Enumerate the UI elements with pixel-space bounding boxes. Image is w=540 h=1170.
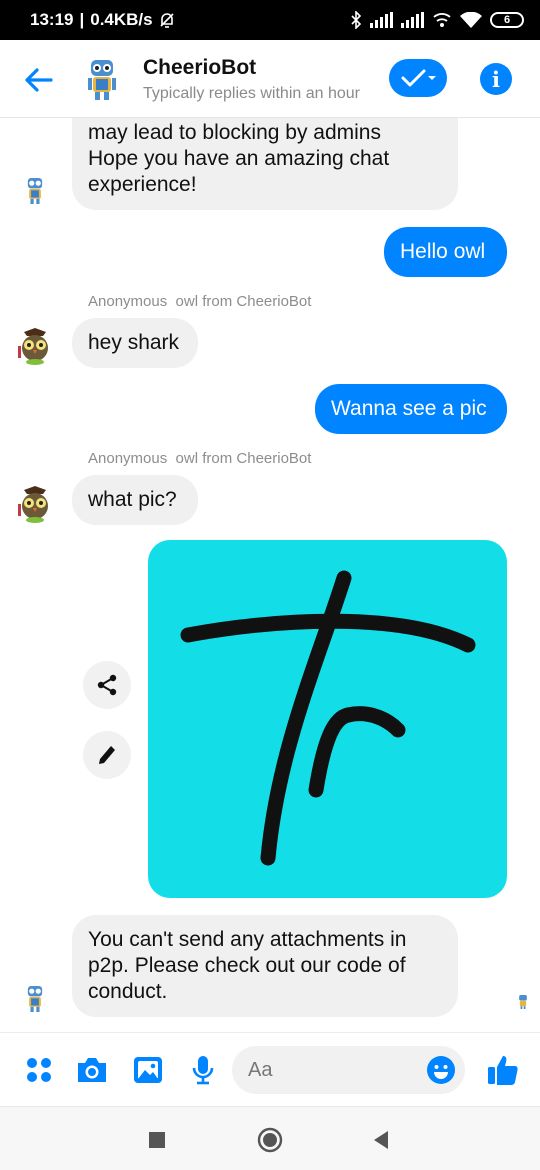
signal-icon (370, 12, 393, 28)
recents-icon (149, 1132, 165, 1148)
edit-button[interactable] (83, 731, 131, 779)
recents-button[interactable] (142, 1125, 172, 1155)
wifi-calling-icon (433, 13, 451, 27)
share-button[interactable] (83, 661, 131, 709)
status-right: 6 (350, 11, 524, 29)
mark-done-button[interactable] (389, 59, 447, 97)
gallery-icon (134, 1057, 162, 1083)
message-text: Hello owl (400, 240, 486, 263)
emoji-button[interactable] (424, 1053, 458, 1087)
bot-avatar[interactable] (82, 58, 122, 102)
owl-icon (18, 486, 48, 523)
camera-button[interactable] (75, 1053, 109, 1087)
robot-icon (88, 60, 116, 100)
message-bubble-out[interactable]: Hello owl (384, 227, 507, 277)
status-bar: 13:19 | 0.4KB/s 6 (0, 0, 540, 40)
message-text: hey shark (88, 331, 180, 354)
message-bubble-in[interactable]: what pic? (72, 475, 198, 525)
system-navbar (0, 1106, 540, 1170)
back-icon (374, 1131, 388, 1149)
message-line: conduct. (88, 980, 168, 1003)
info-button[interactable]: i (480, 63, 512, 95)
message-list[interactable]: may lead to blocking by admins Hope you … (0, 118, 540, 1032)
emoji-icon (427, 1056, 455, 1084)
microphone-icon (192, 1056, 214, 1085)
bluetooth-icon (351, 11, 362, 29)
share-icon (97, 674, 117, 696)
tr-logo-image (180, 570, 476, 866)
message-line: You can't send any attachments in (88, 928, 407, 951)
status-left: 13:19 | 0.4KB/s (30, 10, 175, 30)
message-line: experience! (88, 173, 197, 196)
owl-icon (18, 328, 48, 365)
pencil-icon (99, 746, 115, 764)
like-icon (488, 1056, 518, 1085)
info-icon: i (492, 66, 500, 92)
arrow-left-icon (25, 68, 53, 92)
home-button[interactable] (255, 1125, 285, 1155)
message-line: may lead to blocking by admins (88, 121, 381, 144)
message-input-placeholder: Aa (248, 1058, 273, 1081)
message-text: what pic? (88, 488, 177, 511)
message-bubble-out[interactable]: Wanna see a pic (315, 384, 507, 434)
battery-level: 6 (503, 14, 511, 26)
apps-icon (27, 1058, 51, 1082)
bot-avatar-small[interactable] (22, 984, 48, 1019)
read-receipt-avatar (516, 994, 530, 1015)
back-button[interactable] (20, 62, 56, 98)
robot-icon (27, 986, 43, 1012)
gallery-button[interactable] (131, 1053, 165, 1087)
message-text: Wanna see a pic (331, 397, 487, 420)
robot-icon (519, 995, 527, 1009)
owl-avatar[interactable] (16, 326, 54, 371)
status-time: 13:19 (30, 10, 74, 29)
chat-subtitle: Typically replies within an hour (143, 85, 360, 102)
chat-title[interactable]: CheerioBot (143, 56, 256, 80)
status-divider: | (79, 10, 85, 29)
checkmark-dropdown-icon (401, 69, 436, 87)
message-bubble-in[interactable]: You can't send any attachments in p2p. P… (72, 915, 458, 1017)
mute-bell-icon (160, 13, 174, 28)
camera-icon (78, 1058, 106, 1082)
image-message[interactable] (148, 540, 507, 898)
composer-bar: Aa (0, 1032, 540, 1106)
chat-header: CheerioBot Typically replies within an h… (0, 40, 540, 118)
battery-icon: 6 (490, 12, 524, 28)
home-icon (257, 1127, 283, 1153)
owl-avatar[interactable] (16, 484, 54, 529)
message-bubble-in[interactable]: may lead to blocking by admins Hope you … (72, 118, 458, 210)
like-button[interactable] (486, 1053, 520, 1087)
wifi-icon (460, 12, 482, 28)
apps-button[interactable] (22, 1053, 56, 1087)
nav-back-button[interactable] (366, 1125, 396, 1155)
sender-label: Anonymous owl from CheerioBot (88, 450, 312, 467)
message-line: p2p. Please check out our code of (88, 954, 406, 977)
robot-icon (27, 178, 43, 204)
bot-avatar-small[interactable] (22, 176, 48, 211)
message-bubble-in[interactable]: hey shark (72, 318, 198, 368)
message-line: Hope you have an amazing chat (88, 147, 390, 170)
sender-label: Anonymous owl from CheerioBot (88, 293, 312, 310)
microphone-button[interactable] (186, 1053, 220, 1087)
signal-icon (401, 12, 424, 28)
status-network-speed: 0.4KB/s (90, 10, 153, 29)
